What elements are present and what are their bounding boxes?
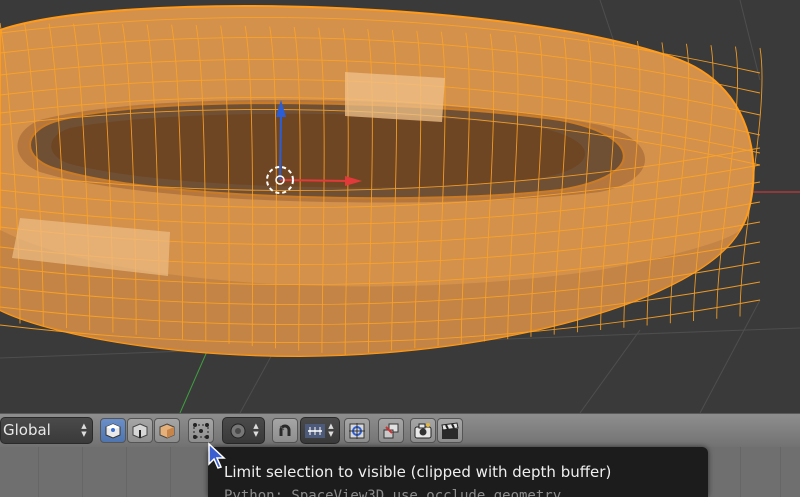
proportional-circle-icon	[230, 423, 246, 439]
snap-target-icon	[349, 423, 365, 439]
render-image-button[interactable]	[410, 418, 436, 443]
tooltip: Limit selection to visible (clipped with…	[208, 447, 708, 497]
snap-target-button[interactable]	[344, 418, 370, 443]
torus-mesh[interactable]	[0, 5, 763, 358]
timeline-divider	[38, 447, 39, 497]
torus-highlight	[345, 72, 445, 122]
face-select-button[interactable]	[154, 418, 180, 443]
limit-selection-to-visible-button[interactable]	[188, 418, 214, 443]
magnet-icon	[279, 424, 291, 436]
tooltip-title: Limit selection to visible (clipped with…	[224, 463, 612, 481]
timeline-divider	[82, 447, 83, 497]
opengl-render-button[interactable]	[378, 418, 404, 443]
timeline-divider	[740, 447, 741, 497]
timeline-divider	[170, 447, 171, 497]
vertex-cube-icon	[105, 423, 121, 439]
transform-orientation-dropdown[interactable]: Global ▲ ▼	[0, 417, 93, 444]
snap-toggle-button[interactable]	[272, 418, 298, 443]
timeline-divider	[780, 447, 781, 497]
occlude-geometry-icon	[193, 423, 209, 439]
3d-viewport[interactable]	[0, 0, 800, 413]
dropdown-arrows-icon: ▲ ▼	[328, 422, 334, 438]
view3d-header: Global ▲ ▼ ▲ ▼ ▲ ▼	[0, 413, 800, 447]
orientation-label: Global	[3, 421, 51, 439]
tooltip-python-path: Python: SpaceView3D.use_occlude_geometry	[224, 488, 562, 497]
render-animation-button[interactable]	[437, 418, 463, 443]
vertex-select-button[interactable]	[100, 418, 126, 443]
edge-select-button[interactable]	[127, 418, 153, 443]
proportional-editing-dropdown[interactable]: ▲ ▼	[222, 417, 265, 444]
face-cube-icon	[159, 423, 175, 439]
mouse-pointer-icon	[208, 442, 226, 469]
dropdown-arrows-icon: ▲ ▼	[81, 422, 87, 438]
dropdown-arrows-icon: ▲ ▼	[253, 422, 259, 438]
camera-icon	[414, 423, 432, 439]
snap-increment-icon	[305, 424, 325, 438]
viewport-scene[interactable]	[0, 0, 800, 413]
clapper-icon	[441, 422, 459, 439]
snap-element-dropdown[interactable]: ▲ ▼	[300, 417, 340, 444]
edge-cube-icon	[132, 423, 148, 439]
copy-uv-icon	[383, 423, 399, 439]
timeline-divider	[126, 447, 127, 497]
